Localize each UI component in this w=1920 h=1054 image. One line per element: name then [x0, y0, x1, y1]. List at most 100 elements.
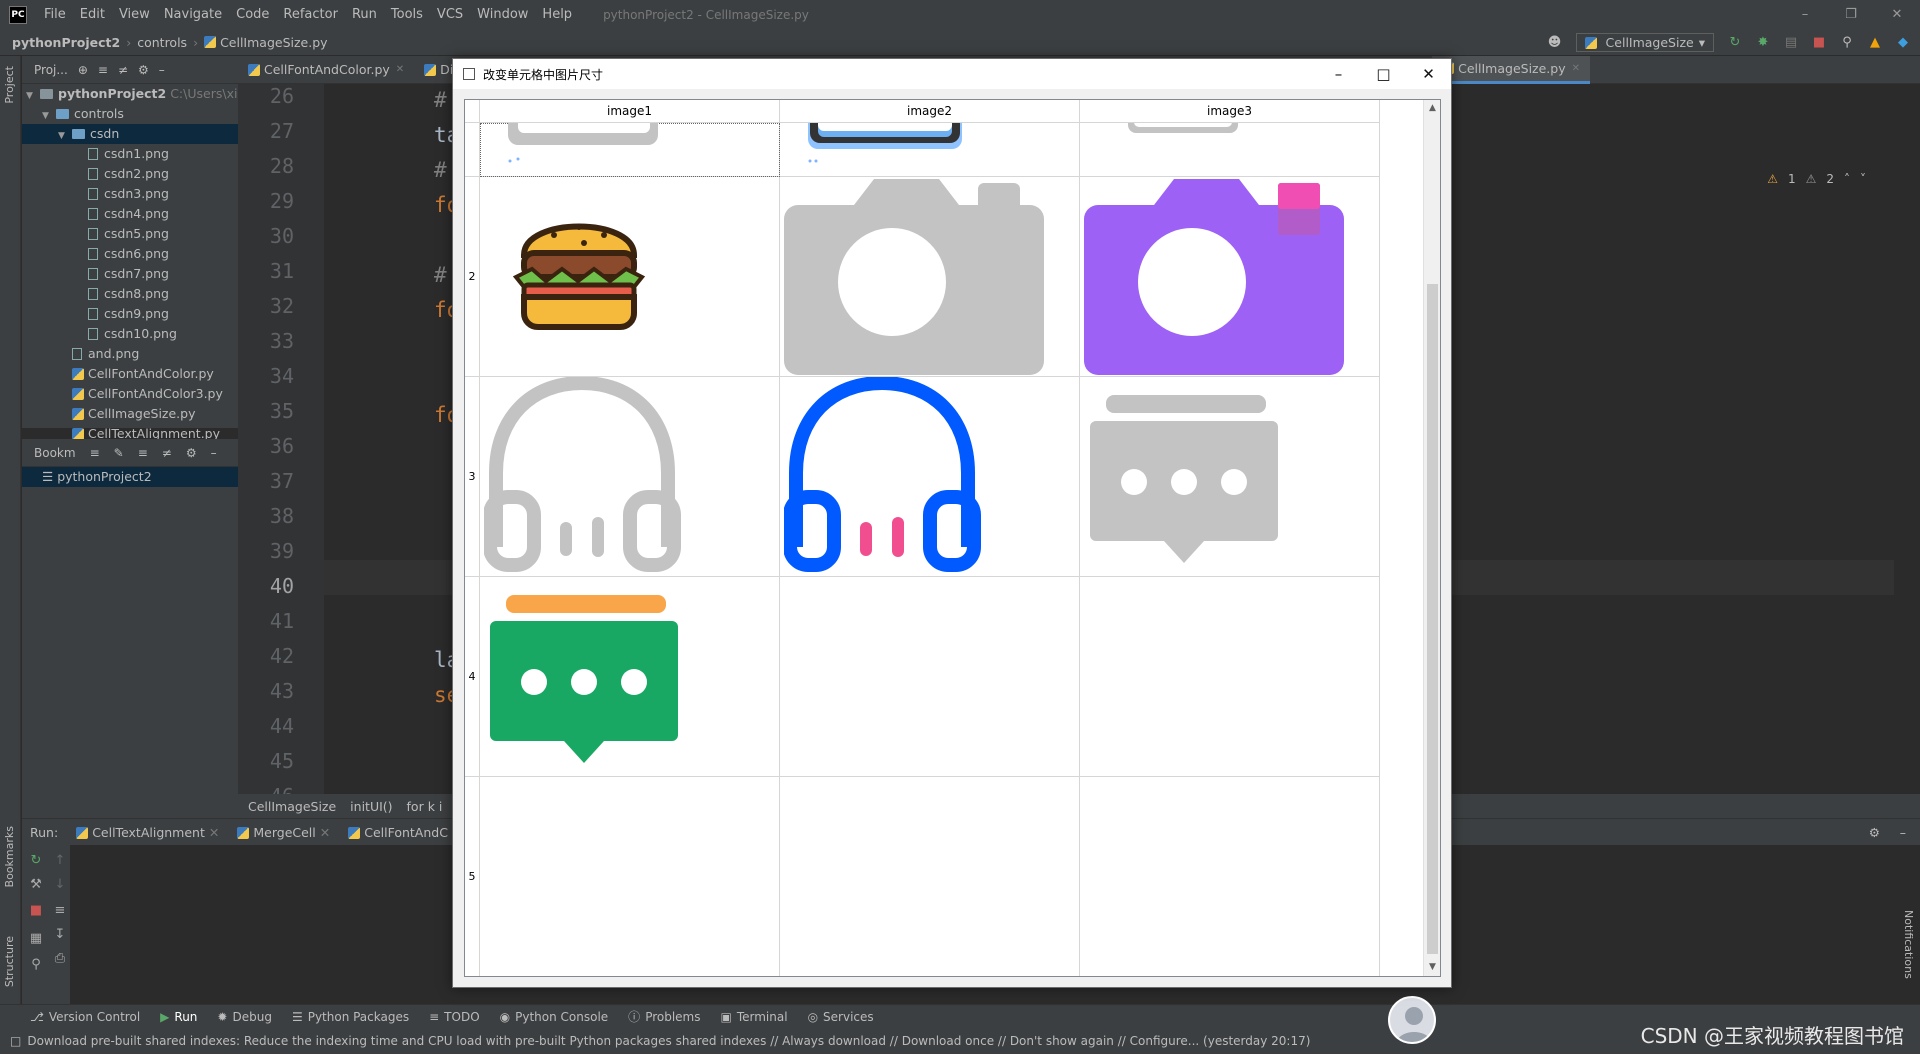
breadcrumb-file[interactable]: CellImageSize.py: [220, 35, 327, 50]
user-icon[interactable]: ☻: [1548, 35, 1562, 50]
tool-window-button[interactable]: ⓘ Problems: [628, 1008, 700, 1025]
tree-item[interactable]: csdn3.png: [22, 184, 238, 204]
tree-item[interactable]: CellFontAndColor.py: [22, 364, 238, 384]
pin-icon[interactable]: ⚲: [28, 957, 44, 973]
table-cell[interactable]: [480, 177, 780, 377]
layout-icon[interactable]: ▦: [28, 931, 44, 947]
menu-edit[interactable]: Edit: [73, 7, 112, 22]
debug-icon[interactable]: ✸: [1756, 35, 1770, 50]
stop-icon[interactable]: ■: [1812, 35, 1826, 50]
tree-item[interactable]: CellFontAndColor3.py: [22, 384, 238, 404]
tool-window-button[interactable]: ☰ Python Packages: [292, 1010, 409, 1024]
project-panel-title[interactable]: Proj...: [34, 63, 68, 77]
tree-item[interactable]: ▼ controls: [22, 104, 238, 124]
run-configuration-select[interactable]: CellImageSize ▾: [1575, 33, 1714, 52]
tool-window-button[interactable]: ▣ Terminal: [721, 1010, 788, 1024]
menu-view[interactable]: View: [112, 7, 157, 22]
expand-all-icon[interactable]: ≡: [138, 446, 148, 460]
table-cell[interactable]: [1080, 123, 1380, 177]
table-cell[interactable]: [780, 577, 1080, 777]
tree-item[interactable]: csdn4.png: [22, 204, 238, 224]
scrollbar-thumb[interactable]: [1427, 284, 1438, 954]
tree-item[interactable]: csdn7.png: [22, 264, 238, 284]
run-tab[interactable]: MergeCell ✕: [237, 825, 330, 840]
table-cell[interactable]: [780, 123, 1080, 177]
table-cell[interactable]: [480, 577, 780, 777]
tree-item[interactable]: csdn9.png: [22, 304, 238, 324]
tree-item[interactable]: csdn10.png: [22, 324, 238, 344]
soft-wrap-icon[interactable]: ≡: [52, 903, 68, 919]
menu-run[interactable]: Run: [345, 7, 384, 22]
tree-item[interactable]: CellImageSize.py: [22, 404, 238, 424]
menu-refactor[interactable]: Refactor: [276, 7, 345, 22]
rerun-icon[interactable]: ↻: [1728, 35, 1742, 50]
tool-window-button[interactable]: ✹ Debug: [217, 1010, 272, 1024]
collapse-all-icon[interactable]: ≠: [162, 446, 172, 460]
close-tab-icon[interactable]: ✕: [1572, 63, 1580, 74]
column-header-image2[interactable]: image2: [780, 100, 1080, 123]
hide-icon[interactable]: –: [159, 63, 165, 77]
table-corner[interactable]: [465, 100, 480, 123]
image-table[interactable]: image1 image2 image3 2 3 4 5 ▲ ▼: [464, 99, 1441, 977]
column-header-image3[interactable]: image3: [1080, 100, 1380, 123]
notifications-tool-button[interactable]: Notifications: [1902, 910, 1915, 979]
tree-item[interactable]: csdn2.png: [22, 164, 238, 184]
row-header-3[interactable]: 3: [465, 377, 480, 577]
vertical-scrollbar[interactable]: ▲ ▼: [1423, 100, 1440, 976]
rerun-icon[interactable]: ↻: [28, 853, 44, 869]
close-tab-icon[interactable]: ✕: [396, 64, 404, 75]
row-header-2[interactable]: 2: [465, 177, 480, 377]
table-cell[interactable]: [1080, 777, 1380, 976]
run-tab[interactable]: CellFontAndC: [348, 825, 448, 840]
run-tab[interactable]: CellTextAlignment ✕: [76, 825, 219, 840]
search-icon[interactable]: ⚲: [1840, 35, 1854, 50]
tree-item[interactable]: csdn6.png: [22, 244, 238, 264]
table-cell[interactable]: [1080, 377, 1380, 577]
gear-icon[interactable]: ⚙: [138, 63, 149, 77]
close-tab-icon[interactable]: ✕: [320, 825, 330, 840]
gear-icon[interactable]: ⚙: [1869, 825, 1880, 840]
row-header-4[interactable]: 4: [465, 577, 480, 777]
table-cell[interactable]: [780, 377, 1080, 577]
breadcrumb-folder[interactable]: controls: [137, 35, 187, 50]
row-header-1[interactable]: [465, 123, 480, 177]
table-cell[interactable]: [1080, 577, 1380, 777]
scroll-down-icon[interactable]: ▼: [1424, 959, 1440, 976]
stop-icon[interactable]: ■: [28, 903, 44, 919]
locate-icon[interactable]: ⊕: [78, 63, 88, 77]
maximize-icon[interactable]: □: [1361, 59, 1406, 89]
menu-file[interactable]: File: [37, 7, 73, 22]
close-icon[interactable]: ✕: [1406, 59, 1451, 89]
print-icon[interactable]: ⎙: [52, 951, 68, 967]
tool-window-button[interactable]: ▶ Run: [160, 1010, 197, 1024]
crumb-class[interactable]: CellImageSize: [248, 799, 336, 814]
menu-vcs[interactable]: VCS: [430, 7, 470, 22]
menu-code[interactable]: Code: [229, 7, 276, 22]
menu-tools[interactable]: Tools: [384, 7, 430, 22]
table-cell[interactable]: [780, 177, 1080, 377]
tree-item[interactable]: and.png: [22, 344, 238, 364]
bookmarks-tool-button[interactable]: Bookmarks: [3, 826, 16, 887]
jetbrains-icon[interactable]: ◆: [1896, 35, 1910, 50]
menu-navigate[interactable]: Navigate: [157, 7, 229, 22]
tool-window-button[interactable]: ≡ TODO: [429, 1010, 480, 1024]
table-cell[interactable]: [780, 777, 1080, 976]
tree-item[interactable]: csdn8.png: [22, 284, 238, 304]
structure-tool-button[interactable]: Structure: [3, 936, 16, 987]
project-tool-button[interactable]: Project: [3, 66, 16, 104]
crumb-method[interactable]: initUI(): [350, 799, 392, 814]
editor-tab[interactable]: CellFontAndColor.py ✕: [238, 56, 414, 84]
tool-window-button[interactable]: ◎ Services: [808, 1010, 874, 1024]
editor-tab-active[interactable]: CellImageSize.py ✕: [1432, 55, 1590, 84]
add-bookmark-icon[interactable]: ≡: [90, 446, 100, 460]
expand-all-icon[interactable]: ≡: [98, 63, 108, 77]
wrench-icon[interactable]: ⚒: [28, 877, 44, 893]
column-header-image1[interactable]: image1: [480, 100, 780, 123]
bookmarks-panel-title[interactable]: Bookm: [34, 446, 76, 460]
edit-icon[interactable]: ✎: [114, 446, 124, 460]
scroll-to-end-icon[interactable]: ↧: [52, 927, 68, 943]
tree-item[interactable]: csdn1.png: [22, 144, 238, 164]
table-cell[interactable]: [480, 777, 780, 976]
chevron-down-icon[interactable]: ˅: [1860, 172, 1866, 186]
bookmark-item[interactable]: ☰ pythonProject2: [22, 467, 238, 487]
